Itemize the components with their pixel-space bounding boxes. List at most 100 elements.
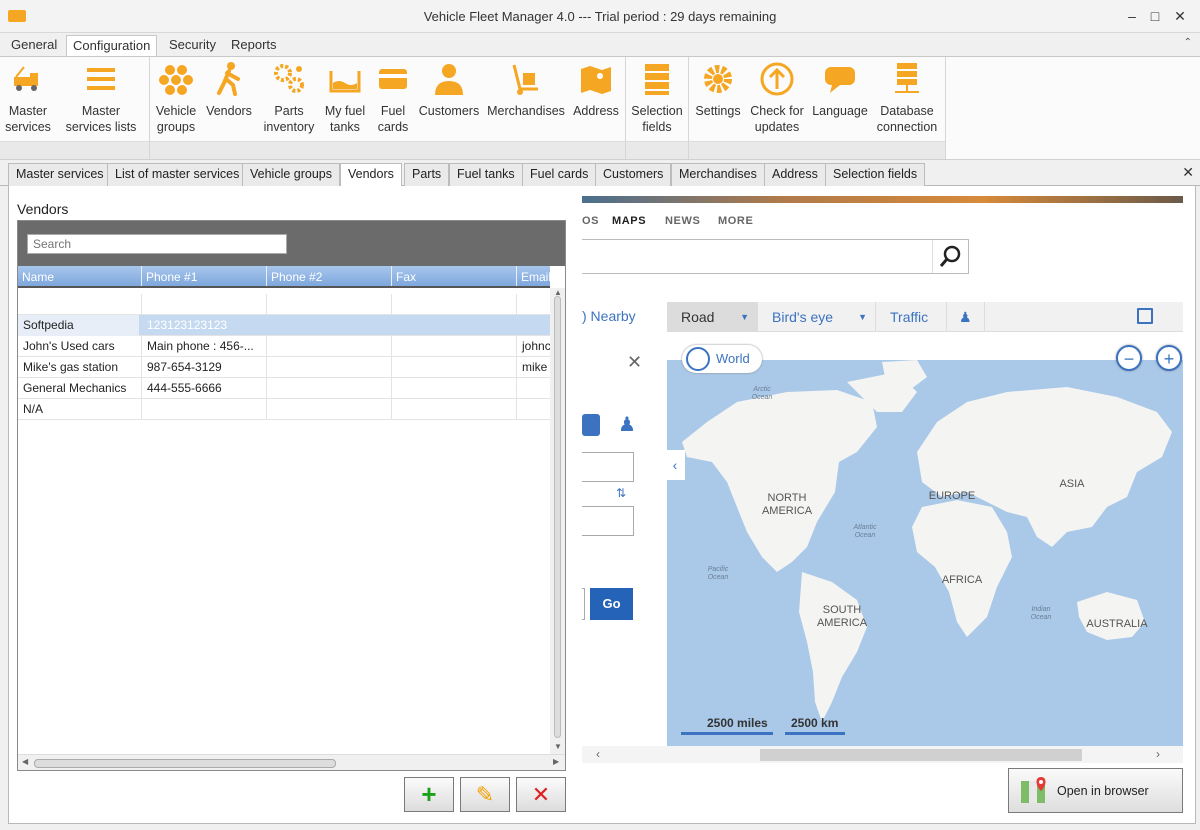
cell-email — [517, 315, 550, 336]
tab-birds-eye[interactable]: Bird's eye ▼ — [758, 302, 876, 332]
table-row[interactable] — [18, 294, 550, 315]
tab-selection-fields[interactable]: Selection fields — [825, 163, 926, 186]
tab-master-services[interactable]: Master services — [8, 163, 112, 186]
title-bar: Vehicle Fleet Manager 4.0 --- Trial peri… — [0, 0, 1200, 33]
world-button[interactable]: World — [682, 345, 762, 373]
parts-inventory-button[interactable]: Parts inventory — [261, 61, 317, 135]
ribbon-collapse-icon[interactable]: ⌃ — [1184, 37, 1192, 48]
streetside-person-icon[interactable]: ♟ — [947, 302, 985, 332]
search-input[interactable] — [27, 234, 287, 254]
address-button[interactable]: Address — [571, 61, 621, 119]
scroll-down-icon[interactable]: ▼ — [554, 742, 562, 751]
tab-fuel-tanks[interactable]: Fuel tanks — [449, 163, 523, 186]
fuel-cards-button[interactable]: Fuel cards — [374, 61, 412, 135]
card-icon — [379, 69, 407, 89]
scroll-thumb[interactable] — [760, 749, 1082, 761]
vehicle-groups-button[interactable]: Vehicle groups — [155, 61, 197, 135]
fullscreen-icon[interactable] — [1137, 308, 1153, 324]
vendors-button[interactable]: Vendors — [204, 61, 254, 119]
scroll-thumb[interactable] — [554, 296, 561, 738]
scale-km-bar — [785, 732, 845, 735]
table-row-selected[interactable]: Softpedia 123123123123 — [18, 315, 550, 336]
tab-customers[interactable]: Customers — [595, 163, 672, 186]
open-in-browser-button[interactable]: Open in browser — [1008, 768, 1183, 813]
column-header-phone1[interactable]: Phone #1 — [142, 266, 267, 286]
nav-item-more[interactable]: MORE — [718, 215, 753, 227]
customers-button[interactable]: Customers — [418, 61, 480, 119]
menu-tab-general[interactable]: General — [5, 35, 63, 57]
check-for-updates-button[interactable]: Check for updates — [748, 61, 806, 135]
language-button[interactable]: Language — [811, 61, 869, 119]
table-row[interactable]: Mike's gas station 987-654-3129 mike — [18, 357, 550, 378]
close-directions-icon[interactable]: ✕ — [627, 352, 642, 373]
menu-tab-reports[interactable]: Reports — [225, 35, 283, 57]
scroll-thumb[interactable] — [34, 759, 336, 768]
master-services-lists-button[interactable]: Master services lists — [58, 61, 144, 135]
continent-label: AFRICA — [941, 574, 983, 586]
column-header-phone2[interactable]: Phone #2 — [267, 266, 392, 286]
chevron-down-icon[interactable]: ▼ — [858, 302, 867, 332]
cell-fax — [392, 378, 517, 399]
zoom-out-button[interactable]: − — [1116, 345, 1142, 371]
cell-email — [517, 378, 550, 399]
tab-list-of-master-services[interactable]: List of master services — [107, 163, 248, 186]
my-fuel-tanks-button[interactable]: My fuel tanks — [322, 61, 368, 135]
language-label: Language — [812, 104, 868, 118]
nav-item-partial[interactable]: OS — [582, 215, 599, 227]
settings-button[interactable]: Settings — [694, 61, 742, 119]
walk-icon[interactable]: ♟ — [618, 412, 636, 437]
scroll-right-icon[interactable]: › — [1156, 747, 1160, 761]
close-tab-icon[interactable]: ✕ — [1182, 164, 1194, 181]
directions-to-input[interactable] — [582, 506, 634, 536]
continent-label: AUSTRALIA — [1086, 618, 1148, 630]
bus-icon[interactable] — [582, 414, 600, 436]
database-connection-button[interactable]: Database connection — [874, 61, 940, 135]
delete-button[interactable]: ✕ — [516, 777, 566, 812]
maximize-icon[interactable]: □ — [1143, 5, 1167, 27]
minimize-icon[interactable]: – — [1120, 5, 1144, 27]
tab-traffic[interactable]: Traffic — [876, 302, 947, 332]
directions-from-input[interactable] — [582, 452, 634, 482]
tab-address[interactable]: Address — [764, 163, 826, 186]
edit-button[interactable]: ✎ — [460, 777, 510, 812]
scroll-right-icon[interactable]: ▶ — [553, 757, 559, 766]
nearby-link[interactable]: ) Nearby — [582, 308, 636, 324]
up-arrow-icon — [760, 62, 794, 96]
tab-vehicle-groups[interactable]: Vehicle groups — [242, 163, 341, 186]
vertical-scrollbar[interactable]: ▲ ▼ — [550, 288, 565, 756]
table-row[interactable]: John's Used cars Main phone : 456-... jo… — [18, 336, 550, 357]
browser-horizontal-scrollbar[interactable]: ‹ › — [582, 746, 1183, 763]
close-icon[interactable]: ✕ — [1168, 5, 1192, 27]
column-header-fax[interactable]: Fax — [392, 266, 517, 286]
master-services-button[interactable]: Master services — [2, 61, 54, 135]
table-row[interactable]: N/A — [18, 399, 550, 420]
scroll-left-icon[interactable]: ◀ — [22, 757, 28, 766]
tab-parts[interactable]: Parts — [404, 163, 450, 186]
ocean-label: Atlantic Ocean — [853, 524, 877, 539]
nav-item-news[interactable]: NEWS — [665, 215, 700, 227]
menu-tab-security[interactable]: Security — [163, 35, 222, 57]
map-search-input[interactable] — [582, 239, 969, 274]
collapse-panel-icon[interactable]: ‹ — [667, 450, 685, 480]
tab-road[interactable]: Road ▼ — [667, 302, 758, 332]
tab-vendors[interactable]: Vendors — [340, 163, 402, 187]
swap-icon[interactable]: ⇅ — [616, 486, 626, 500]
column-header-email[interactable]: Email — [517, 266, 550, 286]
chevron-down-icon[interactable]: ▼ — [740, 302, 749, 332]
horizontal-scrollbar[interactable]: ◀ ▶ — [18, 754, 565, 770]
go-button[interactable]: Go — [590, 588, 633, 620]
column-header-name[interactable]: Name — [18, 266, 142, 286]
search-icon[interactable] — [932, 240, 968, 273]
zoom-in-button[interactable]: + — [1156, 345, 1182, 371]
merchandises-button[interactable]: Merchandises — [487, 61, 565, 119]
nav-item-maps[interactable]: MAPS — [612, 215, 646, 227]
selection-fields-button[interactable]: Selection fields — [630, 61, 684, 135]
menu-tab-configuration[interactable]: Configuration — [66, 35, 158, 57]
tab-fuel-cards[interactable]: Fuel cards — [522, 163, 597, 186]
add-button[interactable]: + — [404, 777, 454, 812]
map-canvas[interactable]: World − + ‹ NORTH AMERICA EUROPE ASIA AF… — [667, 332, 1183, 746]
table-row[interactable]: General Mechanics 444-555-6666 — [18, 378, 550, 399]
tab-merchandises[interactable]: Merchandises — [671, 163, 765, 186]
scroll-left-icon[interactable]: ‹ — [596, 747, 600, 761]
cell-email — [517, 399, 550, 420]
